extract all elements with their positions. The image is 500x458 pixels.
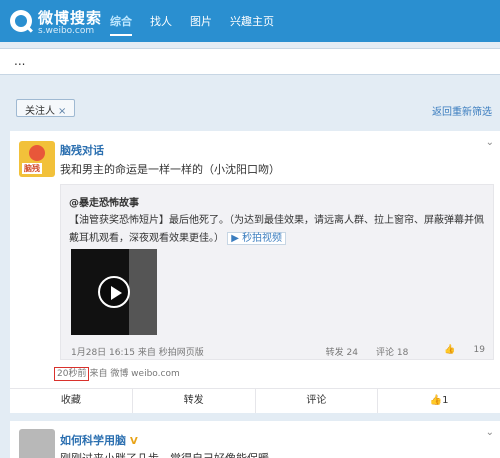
tab-comprehensive[interactable]: 综合 — [110, 13, 132, 36]
post-timestamp[interactable]: 20秒前 — [54, 367, 90, 381]
video-thumbnail[interactable] — [71, 249, 157, 335]
verified-icon: V — [130, 436, 138, 447]
close-icon[interactable]: × — [58, 106, 66, 117]
post-actions: 收藏 转发 评论 👍1 — [10, 388, 500, 413]
video-link[interactable]: ▶ 秒拍视频 — [227, 232, 287, 245]
post-text: 我和男主的命运是一样一样的（小沈阳口吻） — [60, 163, 280, 176]
play-icon[interactable] — [98, 276, 130, 308]
video-frame — [129, 249, 157, 335]
repost-like-value: 19 — [473, 345, 485, 355]
post-author[interactable]: 如何科学用脑 V — [60, 432, 138, 448]
filter-tag-following[interactable]: 关注人 × — [16, 99, 76, 117]
video-link-label: 秒拍视频 — [242, 233, 283, 244]
like-count: 1 — [442, 395, 449, 406]
repost-forward-count[interactable]: 转发 24 — [326, 345, 358, 358]
header: 微博搜索 s.weibo.com 综合 找人 图片 兴趣主页 — [0, 0, 500, 42]
chevron-down-icon[interactable]: ⌄ — [486, 427, 494, 438]
avatar[interactable]: 脑残 — [19, 141, 55, 177]
avatar[interactable] — [19, 429, 55, 458]
post-author[interactable]: 脑残对话 — [60, 142, 104, 158]
repost-text: 【油管获奖恐怖短片】最后他死了。（为达到最佳效果，请远离人群、拉上窗帘、屏蔽弹幕… — [69, 212, 487, 248]
post-text: 刚刚过来小胖了几步，觉得自己好像能保暖 — [60, 450, 269, 458]
weibo-search-logo-icon[interactable] — [8, 7, 36, 35]
repost-comment-count[interactable]: 评论 18 — [376, 345, 408, 358]
chevron-down-icon[interactable]: ⌄ — [486, 137, 494, 148]
like-button[interactable]: 👍1 — [378, 389, 500, 413]
search-bar[interactable]: ... — [0, 48, 500, 75]
main-nav: 综合 找人 图片 兴趣主页 — [110, 13, 292, 36]
weibo-post-card: 脑残 脑残对话 ⌄ 我和男主的命运是一样一样的（小沈阳口吻） @暴走恐怖故事 【… — [10, 131, 500, 413]
filter-tag-label: 关注人 — [25, 106, 55, 117]
tab-find-people[interactable]: 找人 — [150, 13, 172, 36]
repost-stats: 转发 24 评论 18 👍 19 — [308, 345, 485, 358]
flower-icon — [29, 145, 45, 161]
tab-pictures[interactable]: 图片 — [190, 13, 212, 36]
repost-author[interactable]: @暴走恐怖故事 — [69, 194, 139, 209]
thumbs-up-icon: 👍 — [429, 395, 443, 406]
post-time: 20秒前 来自 微博 weibo.com — [54, 366, 180, 381]
favorite-button[interactable]: 收藏 — [10, 389, 133, 413]
repost-box: @暴走恐怖故事 【油管获奖恐怖短片】最后他死了。（为达到最佳效果，请远离人群、拉… — [60, 184, 494, 360]
like-icon: 👍 — [444, 345, 456, 355]
weibo-post-card: 如何科学用脑 V ⌄ 刚刚过来小胖了几步，觉得自己好像能保暖 — [10, 421, 500, 458]
comment-button[interactable]: 评论 — [256, 389, 379, 413]
post-author-name: 如何科学用脑 — [60, 434, 126, 447]
repost-meta: 1月28日 16:15 来自 秒拍网页版 — [71, 348, 204, 358]
logo-title: 微博搜索 — [38, 9, 103, 27]
reset-filter-link[interactable]: 返回重新筛选 — [432, 103, 492, 118]
post-source: 来自 微博 weibo.com — [89, 369, 180, 379]
repost-like-count[interactable]: 👍 19 — [426, 345, 485, 358]
logo-subtitle: s.weibo.com — [38, 26, 95, 36]
filter-row: 关注人 × 返回重新筛选 — [0, 93, 500, 123]
search-input[interactable]: ... — [14, 54, 25, 68]
forward-button[interactable]: 转发 — [133, 389, 256, 413]
tab-interest-pages[interactable]: 兴趣主页 — [230, 13, 274, 36]
avatar-badge: 脑残 — [22, 163, 42, 174]
